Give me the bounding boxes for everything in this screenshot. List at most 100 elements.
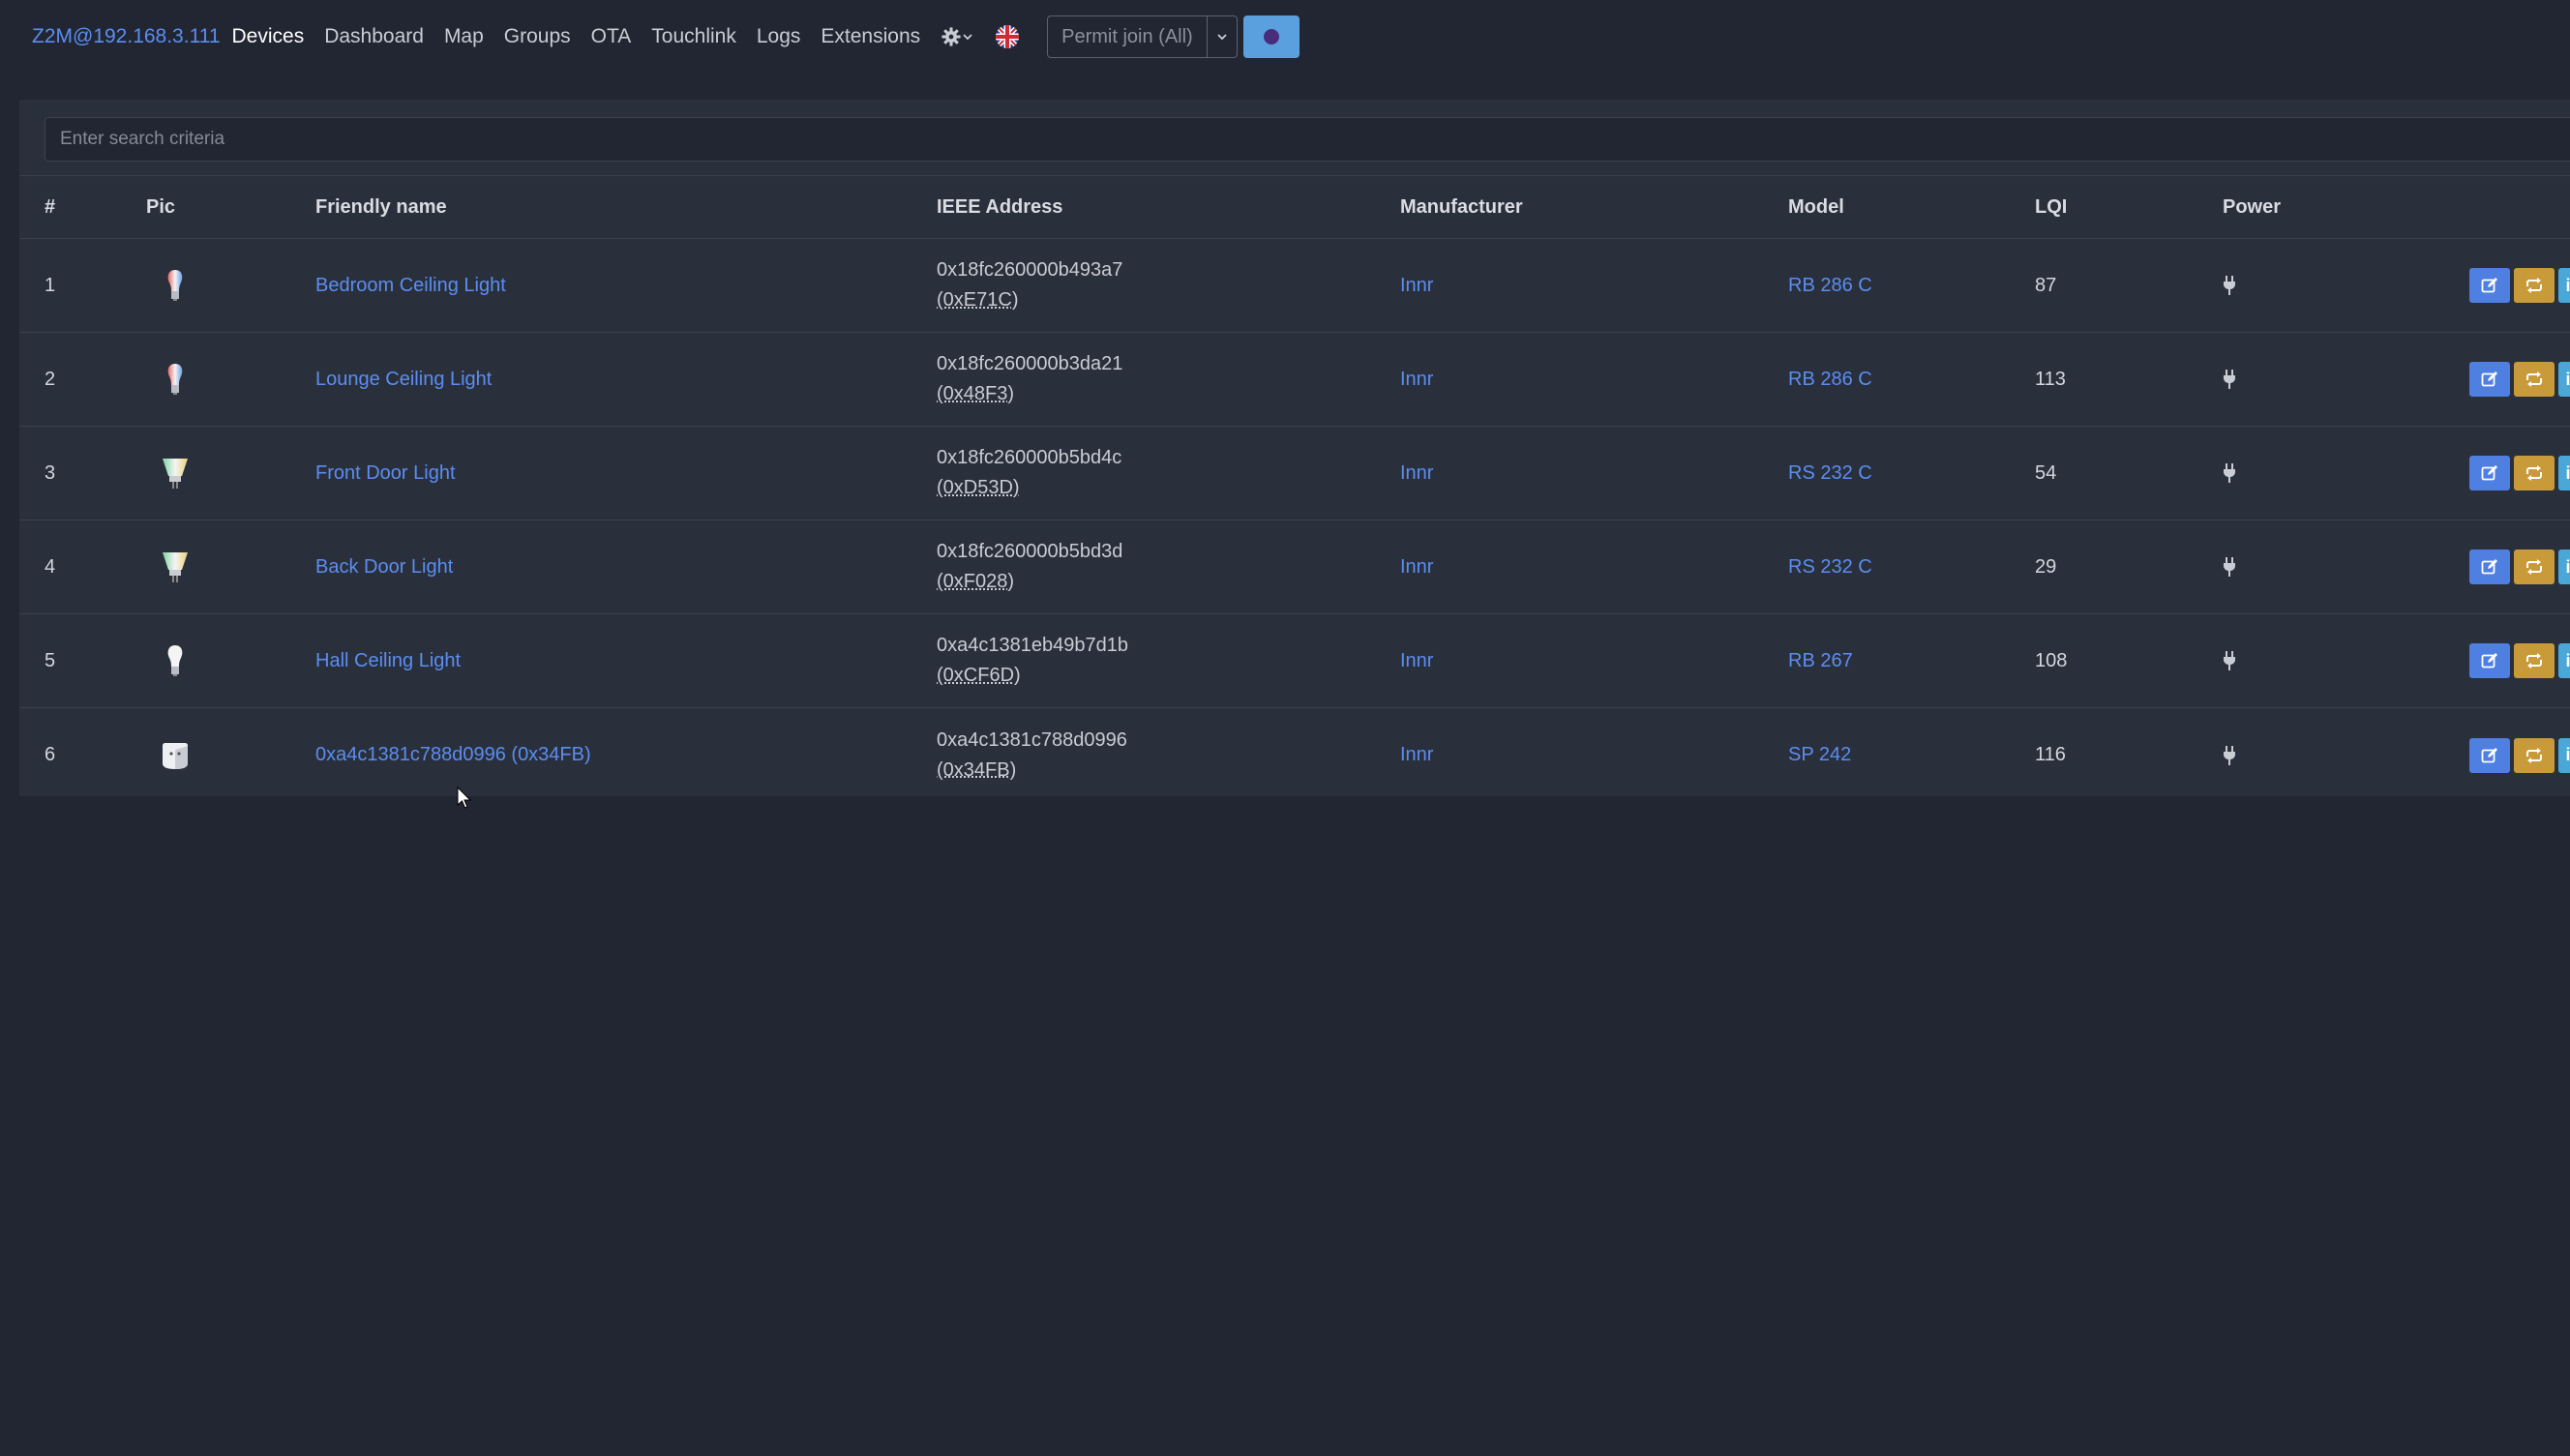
permit-join-button[interactable]: Permit join (All) — [1048, 16, 1208, 57]
nav-map[interactable]: Map — [444, 25, 484, 48]
header-num[interactable]: # — [45, 176, 55, 238]
power-source — [2223, 520, 2236, 613]
refresh-icon — [2526, 371, 2542, 387]
info-button[interactable]: i — [2558, 268, 2570, 303]
device-name-link[interactable]: Front Door Light — [315, 427, 456, 520]
manufacturer-link[interactable]: Innr — [1400, 708, 1433, 802]
device-name-link[interactable]: Bedroom Ceiling Light — [315, 239, 506, 332]
brand-link[interactable]: Z2M@192.168.3.111 — [32, 25, 221, 48]
lqi-value: 108 — [2035, 649, 2068, 671]
ieee-address: 0xa4c1381eb49b7d1b (0xCF6D) — [937, 614, 1128, 707]
model-link[interactable]: RB 286 C — [1788, 239, 1872, 332]
ieee-value: 0x18fc260000b493a7 — [937, 259, 1123, 281]
device-name-link[interactable]: Back Door Light — [315, 520, 453, 613]
ieee-address: 0xa4c1381c788d0996 (0x34FB) — [937, 708, 1127, 802]
model-link[interactable]: RS 232 C — [1788, 520, 1872, 613]
info-button[interactable]: i — [2558, 550, 2570, 584]
device-picture — [146, 333, 204, 426]
nav-dashboard[interactable]: Dashboard — [324, 25, 424, 48]
device-picture — [146, 614, 204, 707]
network-address: (0xD53D) — [937, 477, 1020, 498]
nav-touchlink[interactable]: Touchlink — [651, 25, 736, 48]
reconfigure-button[interactable] — [2514, 737, 2555, 773]
info-button[interactable]: i — [2558, 362, 2570, 397]
manufacturer-link[interactable]: Innr — [1400, 239, 1433, 332]
device-name-link[interactable]: 0xa4c1381c788d0996 (0x34FB) — [315, 708, 591, 802]
rename-button[interactable] — [2469, 550, 2510, 584]
rename-button[interactable] — [2469, 456, 2510, 490]
info-button[interactable]: i — [2558, 456, 2570, 490]
info-button[interactable]: i — [2558, 643, 2570, 678]
header-manufacturer[interactable]: Manufacturer — [1400, 176, 1523, 238]
table-row: 1 Bedroom Ceiling Light 0x18fc260000b493… — [19, 239, 2570, 333]
manufacturer-link[interactable]: Innr — [1400, 427, 1433, 520]
rename-button[interactable] — [2469, 362, 2510, 397]
header-pic[interactable]: Pic — [146, 176, 175, 238]
power-source — [2223, 708, 2236, 802]
rename-button[interactable] — [2469, 737, 2510, 773]
model-link[interactable]: RB 267 — [1788, 614, 1853, 707]
manufacturer-link[interactable]: Innr — [1400, 614, 1433, 707]
table-row: 5 Hall Ceiling Light 0xa4c1381eb49b7d1b … — [19, 614, 2570, 708]
search-input[interactable] — [45, 118, 2570, 161]
manufacturer-link[interactable]: Innr — [1400, 520, 1433, 613]
info-button[interactable]: i — [2558, 737, 2570, 773]
ieee-address: 0x18fc260000b493a7 (0xE71C) — [937, 239, 1122, 332]
row-num: 3 — [45, 461, 56, 484]
device-name-link[interactable]: Lounge Ceiling Light — [315, 333, 492, 426]
reconfigure-button[interactable] — [2514, 362, 2555, 397]
ieee-value: 0xa4c1381c788d0996 — [937, 728, 1127, 751]
nav-devices[interactable]: Devices — [232, 25, 305, 48]
lqi-value: 54 — [2035, 461, 2057, 484]
settings-dropdown[interactable] — [941, 26, 973, 47]
row-num: 2 — [45, 368, 56, 390]
row-num: 5 — [45, 649, 56, 671]
header-power[interactable]: Power — [2223, 176, 2281, 238]
model-link[interactable]: SP 242 — [1788, 708, 1851, 802]
nav-ota[interactable]: OTA — [591, 25, 632, 48]
device-name-link[interactable]: Hall Ceiling Light — [315, 614, 461, 707]
manufacturer-link[interactable]: Innr — [1400, 333, 1433, 426]
nav-groups[interactable]: Groups — [504, 25, 571, 48]
device-picture — [146, 708, 204, 802]
spot-bulb-icon — [163, 459, 188, 489]
nav-logs[interactable]: Logs — [757, 25, 801, 48]
reconfigure-button[interactable] — [2514, 268, 2555, 303]
plug-icon — [2224, 370, 2235, 389]
header-lqi[interactable]: LQI — [2035, 176, 2067, 238]
row-num: 1 — [45, 274, 56, 296]
permit-join-dropdown[interactable] — [1208, 16, 1237, 57]
rename-button[interactable] — [2469, 643, 2510, 678]
reconfigure-button[interactable] — [2514, 643, 2555, 678]
network-address: (0x34FB) — [937, 758, 1017, 781]
header-ieee-address[interactable]: IEEE Address — [937, 176, 1062, 238]
edit-icon — [2481, 371, 2497, 387]
header-friendly-name[interactable]: Friendly name — [315, 176, 447, 238]
join-status-button[interactable] — [1242, 15, 1300, 58]
device-picture — [146, 239, 204, 332]
reconfigure-button[interactable] — [2514, 550, 2555, 584]
dot-icon — [1263, 29, 1279, 45]
model-link[interactable]: RB 286 C — [1788, 333, 1872, 426]
plug-icon — [2224, 557, 2235, 577]
model-link[interactable]: RS 232 C — [1788, 427, 1872, 520]
mouse-cursor-icon — [457, 787, 472, 809]
table-row: 2 Lounge Ceiling Light 0x18fc260000b3da2… — [19, 333, 2570, 427]
rename-button[interactable] — [2469, 268, 2510, 303]
row-actions: i — [2469, 708, 2570, 802]
language-selector[interactable] — [995, 24, 1020, 49]
table-row: 4 Back Door Light 0x18fc260000b5bd3d (0x… — [19, 520, 2570, 614]
edit-icon — [2481, 559, 2497, 575]
plug-icon — [2224, 651, 2235, 670]
row-actions: i — [2469, 427, 2570, 520]
spot-bulb-icon — [163, 552, 188, 582]
nav-extensions[interactable]: Extensions — [821, 25, 920, 48]
ieee-value: 0x18fc260000b5bd3d — [937, 541, 1123, 562]
reconfigure-button[interactable] — [2514, 456, 2555, 490]
table-header: # Pic Friendly name IEEE Address Manufac… — [19, 175, 2570, 239]
plug-icon — [2224, 745, 2235, 765]
edit-icon — [2481, 278, 2497, 293]
table-row: 6 0xa4c1381c788d0996 (0x34FB) 0xa4c1381c… — [19, 708, 2570, 802]
row-actions: i — [2469, 614, 2570, 707]
header-model[interactable]: Model — [1788, 176, 1844, 238]
